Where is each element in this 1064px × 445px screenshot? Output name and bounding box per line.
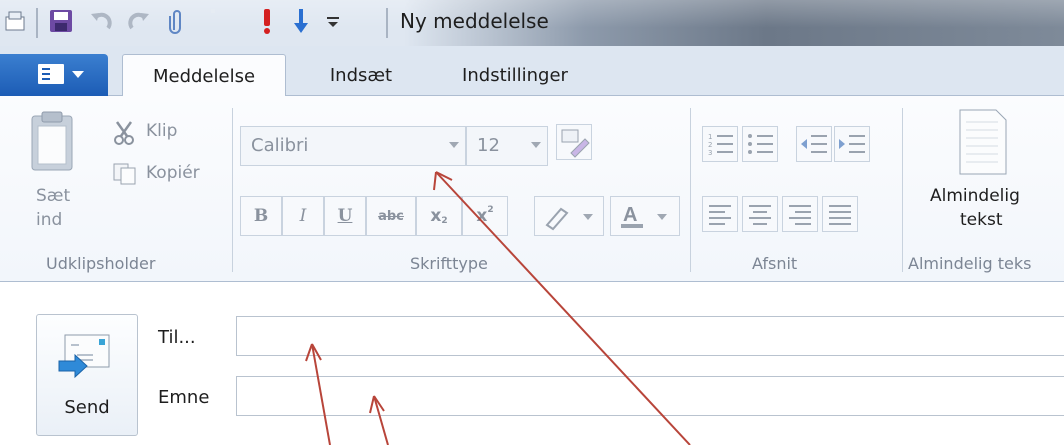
scissors-icon	[112, 120, 136, 150]
svg-text:2: 2	[708, 141, 712, 149]
compose-area	[0, 282, 1064, 445]
clear-formatting-button[interactable]	[556, 124, 592, 160]
app-menu-button[interactable]	[0, 54, 108, 96]
align-center-button[interactable]	[742, 196, 778, 232]
app-menu-icon	[38, 64, 84, 84]
low-importance-icon[interactable]	[286, 6, 316, 36]
font-size-combo[interactable]: 12	[466, 126, 548, 166]
svg-text:1: 1	[708, 133, 712, 141]
increase-indent-icon	[839, 135, 865, 153]
svg-text:3: 3	[708, 149, 712, 157]
highlighter-icon	[545, 207, 593, 231]
title-bar: Ny meddelelse	[0, 0, 1064, 46]
plain-text-group-label: Almindelig teks	[908, 254, 1032, 273]
high-importance-icon[interactable]	[252, 6, 282, 36]
tab-indsaet[interactable]: Indsæt	[306, 54, 416, 96]
undo-icon[interactable]	[86, 6, 116, 36]
low-priority-icon[interactable]	[198, 6, 228, 36]
tab-meddelelse[interactable]: Meddelelse	[122, 54, 286, 97]
decrease-indent-icon	[801, 135, 827, 153]
paragraph-group-label: Afsnit	[752, 254, 798, 273]
font-color-icon: A	[621, 204, 667, 228]
superscript-button[interactable]: x2	[462, 196, 508, 236]
clipboard-group-label: Udklipsholder	[46, 254, 156, 273]
send-label: Send	[64, 397, 110, 418]
svg-text:A: A	[623, 204, 637, 226]
font-size-value: 12	[477, 135, 500, 156]
align-center-icon	[749, 205, 771, 225]
font-color-button[interactable]: A	[610, 196, 680, 236]
paste-icon[interactable]	[30, 110, 76, 171]
tab-indstillinger[interactable]: Indstillinger	[440, 54, 590, 96]
justify-icon	[829, 205, 851, 225]
subject-label: Emne	[158, 387, 210, 408]
subject-field[interactable]	[236, 376, 1064, 416]
plain-text-label-2[interactable]: tekst	[960, 210, 1003, 230]
decrease-indent-button[interactable]	[796, 126, 832, 162]
clear-formatting-icon	[561, 129, 590, 158]
align-left-button[interactable]	[702, 196, 738, 232]
to-button[interactable]: Til...	[158, 327, 196, 348]
window: Ny meddelelse Meddelelse Indsæt Indstill…	[0, 0, 1064, 445]
window-menu-icon[interactable]	[0, 6, 30, 36]
plain-text-label-1[interactable]: Almindelig	[930, 186, 1020, 206]
numbered-list-icon: 123	[708, 133, 733, 157]
copy-icon	[112, 162, 138, 190]
save-icon[interactable]	[46, 6, 76, 36]
bullet-list-icon	[748, 134, 773, 154]
attach-file-icon[interactable]	[162, 6, 192, 36]
chevron-down-icon	[449, 142, 459, 148]
send-icon	[58, 334, 110, 379]
paste-label-2[interactable]: ind	[36, 210, 62, 230]
chevron-down-icon	[531, 142, 541, 148]
strikethrough-button[interactable]: abc	[366, 196, 416, 236]
numbered-list-button[interactable]: 123	[702, 126, 738, 162]
cut-button[interactable]: Klip	[146, 121, 177, 141]
font-name-combo[interactable]: Calibri	[240, 126, 466, 166]
send-button[interactable]: Send	[36, 314, 138, 436]
window-title: Ny meddelelse	[400, 9, 549, 33]
redo-icon[interactable]	[124, 6, 154, 36]
highlight-button[interactable]	[534, 196, 604, 236]
italic-button[interactable]: I	[282, 196, 324, 236]
subscript-button[interactable]: x2	[416, 196, 462, 236]
underline-button[interactable]: U	[324, 196, 366, 236]
justify-button[interactable]	[822, 196, 858, 232]
copy-button[interactable]: Kopiér	[146, 163, 200, 183]
font-name-value: Calibri	[251, 135, 309, 156]
ribbon-tabs: Meddelelse Indsæt Indstillinger	[0, 46, 1064, 97]
to-field[interactable]	[236, 316, 1064, 356]
align-left-icon	[709, 205, 731, 225]
plain-text-icon[interactable]	[958, 108, 1008, 180]
bullet-list-button[interactable]	[742, 126, 778, 162]
align-right-icon	[789, 205, 811, 225]
font-group-label: Skrifttype	[410, 254, 488, 273]
increase-indent-button[interactable]	[834, 126, 870, 162]
customize-toolbar-icon[interactable]	[318, 6, 348, 36]
paste-label-1[interactable]: Sæt	[36, 186, 70, 206]
align-right-button[interactable]	[782, 196, 818, 232]
bold-button[interactable]: B	[240, 196, 282, 236]
